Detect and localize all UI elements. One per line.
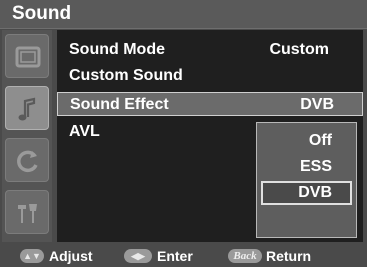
sidebar-item-channel[interactable] xyxy=(5,138,49,182)
sound-menu-window: Sound Sound Mode Custom Custom Sound Sou… xyxy=(0,0,367,267)
menu-item-label: Sound Mode xyxy=(69,41,165,58)
menu-item-label: Custom Sound xyxy=(69,67,183,84)
menu-item-value: DVB xyxy=(300,96,334,113)
title-bar: Sound xyxy=(0,0,367,29)
sidebar-item-setup[interactable] xyxy=(5,190,49,234)
left-right-button-icon: ◀▶ xyxy=(124,249,152,264)
up-down-button-icon: ▲▼ xyxy=(20,249,44,264)
menu-item-sound-mode[interactable]: Sound Mode Custom xyxy=(57,38,363,62)
picture-icon xyxy=(15,46,41,68)
back-button-icon: Back xyxy=(228,249,262,264)
enter-label: Enter xyxy=(157,248,193,264)
menu-item-custom-sound[interactable]: Custom Sound xyxy=(57,64,363,88)
menu-item-label: AVL xyxy=(69,123,100,140)
dropdown-option-ess[interactable]: ESS xyxy=(261,155,352,179)
return-hint: Back Return xyxy=(228,247,311,265)
channel-icon xyxy=(17,150,38,173)
setup-tools-icon xyxy=(18,204,37,223)
menu-item-sound-effect[interactable]: Sound Effect DVB xyxy=(57,92,363,116)
sound-effect-dropdown[interactable]: Off ESS DVB xyxy=(256,122,357,238)
adjust-label: Adjust xyxy=(49,248,93,264)
enter-hint: ◀▶ Enter xyxy=(124,247,193,265)
music-note-icon xyxy=(18,97,36,121)
sidebar-item-picture[interactable] xyxy=(5,34,49,78)
category-sidebar xyxy=(2,30,52,242)
menu-title: Sound xyxy=(12,3,72,24)
adjust-hint: ▲▼ Adjust xyxy=(20,247,93,265)
menu-item-label: Sound Effect xyxy=(70,96,169,113)
dropdown-option-dvb[interactable]: DVB xyxy=(261,181,352,205)
return-label: Return xyxy=(266,248,312,264)
sound-settings-panel: Sound Mode Custom Custom Sound Sound Eff… xyxy=(57,30,363,242)
dropdown-option-off[interactable]: Off xyxy=(261,129,352,153)
footer-help-bar: ▲▼ Adjust ◀▶ Enter Back Return xyxy=(0,244,367,267)
sidebar-item-sound[interactable] xyxy=(5,86,49,130)
menu-item-value: Custom xyxy=(269,41,329,58)
